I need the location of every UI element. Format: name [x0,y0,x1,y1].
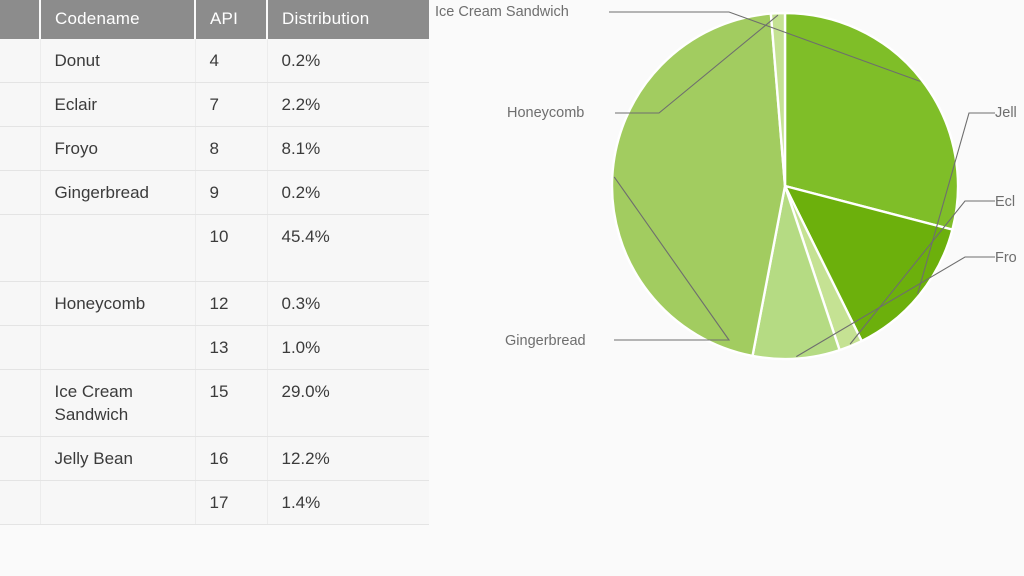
pie-label-ice-cream-sandwich: Ice Cream Sandwich [435,4,569,20]
version-cell: 2.2 [0,126,41,171]
api-cell: 10 [195,214,268,282]
api-cell: 15 [195,369,268,437]
api-cell: 13 [195,325,268,370]
api-cell: 12 [195,281,268,326]
distribution-cell: 1.4% [267,480,429,525]
api-cell: 16 [195,436,268,481]
api-cell: 7 [195,82,268,127]
codename-cell: Eclair [40,82,196,127]
column-header-codename[interactable]: Codename [40,0,196,39]
version-cell: 2.1 [0,82,41,127]
table-row: 3.1Honeycomb120.3% [0,281,429,326]
column-header-api[interactable]: API [195,0,268,39]
distribution-table: Version Codename API Distribution 1.6Don… [0,0,429,525]
distribution-pie-chart-panel: Ice Cream Sandwich Jell Ecl Fro Gingerbread H… [429,0,1024,576]
table-row: 4.1.xJelly Bean1612.2% [0,436,429,481]
api-cell: 17 [195,480,268,525]
api-cell: 8 [195,126,268,171]
version-cell: 3.2 [0,325,41,370]
distribution-cell: 45.4% [267,214,429,282]
table-header: Version Codename API Distribution [0,0,429,39]
distribution-cell: 2.2% [267,82,429,127]
table-row: 3.2 131.0% [0,325,429,370]
table-header-row: Version Codename API Distribution [0,0,429,39]
version-cell: 2.3.3 -2.3.7 [0,214,41,282]
table-row: 2.2Froyo88.1% [0,126,429,171]
version-cell: 4.0.3 -4.0.4 [0,369,41,437]
pie-slice-gingerbread[interactable] [610,12,787,358]
android-platform-versions-dashboard: Version Codename API Distribution 1.6Don… [0,0,1024,576]
codename-cell [40,214,196,282]
distribution-cell: 0.3% [267,281,429,326]
pie-label-froyo: Fro [995,250,1017,266]
column-header-version[interactable]: Version [0,0,41,39]
codename-cell: Gingerbread [40,170,196,215]
codename-cell: Jelly Bean [40,436,196,481]
distribution-cell: 0.2% [267,170,429,215]
version-cell: 2.3 [0,170,41,215]
distribution-pie-chart: Ice Cream Sandwich Jell Ecl Fro Gingerbread H… [435,4,1017,361]
api-cell: 9 [195,170,268,215]
column-header-distribution[interactable]: Distribution [267,0,429,39]
pie-label-eclair: Ecl [995,194,1015,210]
api-cell: 4 [195,39,268,83]
version-cell: 4.2.x [0,480,41,525]
pie-label-honeycomb: Honeycomb [507,105,584,121]
table-row: 2.3Gingerbread90.2% [0,170,429,215]
version-cell: 1.6 [0,39,41,83]
distribution-table-panel: Version Codename API Distribution 1.6Don… [0,0,429,576]
codename-cell: Donut [40,39,196,83]
codename-cell [40,325,196,370]
pie-label-gingerbread: Gingerbread [505,333,586,349]
table-row: 4.0.3 -4.0.4Ice CreamSandwich1529.0% [0,369,429,437]
codename-cell: Froyo [40,126,196,171]
codename-cell [40,480,196,525]
distribution-cell: 8.1% [267,126,429,171]
version-cell: 3.1 [0,281,41,326]
table-row: 2.1Eclair72.2% [0,82,429,127]
version-cell: 4.1.x [0,436,41,481]
table-body: 1.6Donut40.2%2.1Eclair72.2%2.2Froyo88.1%… [0,39,429,525]
pie-slice-group [610,11,960,361]
table-row: 1.6Donut40.2% [0,39,429,83]
table-row: 4.2.x 171.4% [0,480,429,525]
codename-cell: Ice Cream Sandwich [40,369,196,437]
distribution-cell: 0.2% [267,39,429,83]
table-row: 2.3.3 -2.3.7 1045.4% [0,214,429,282]
pie-label-jelly-bean: Jell [995,105,1017,121]
distribution-cell: 29.0% [267,369,429,437]
distribution-cell: 12.2% [267,436,429,481]
distribution-cell: 1.0% [267,325,429,370]
codename-cell: Honeycomb [40,281,196,326]
